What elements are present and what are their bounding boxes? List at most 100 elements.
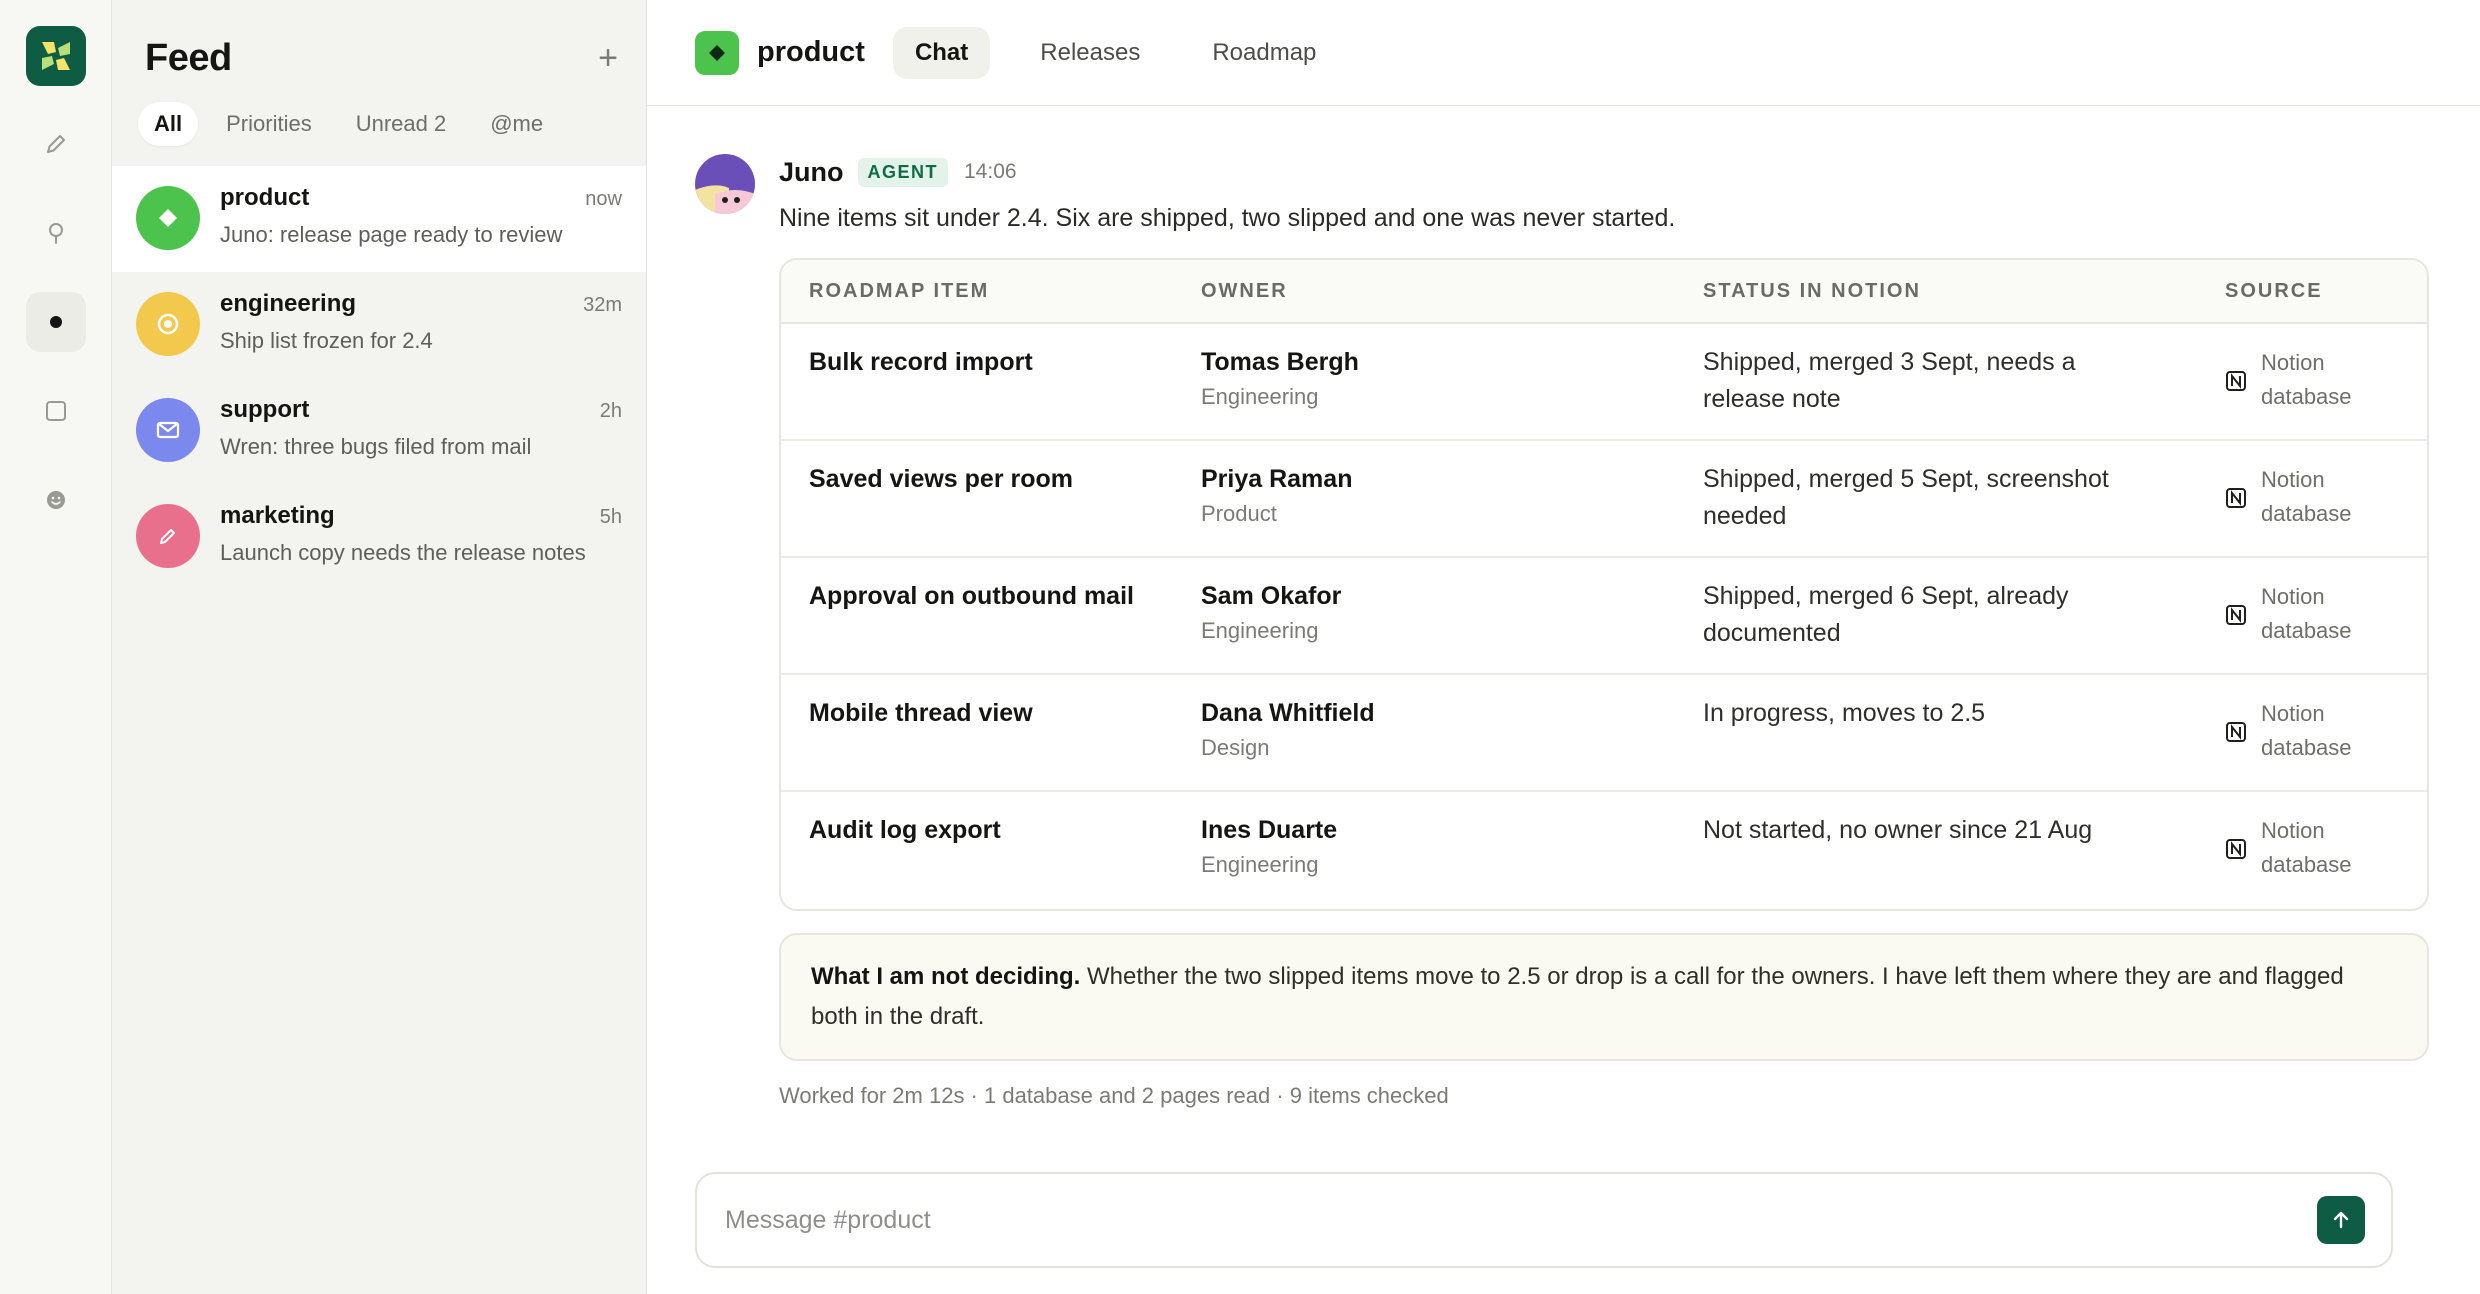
square-icon — [45, 401, 66, 421]
owner-name: Sam Okafor — [1201, 582, 1342, 610]
tab-releases[interactable]: Releases — [1018, 27, 1162, 79]
owner-name: Tomas Bergh — [1201, 348, 1359, 376]
channel-main: product Chat Releases Roadmap Juno AGENT… — [647, 0, 2480, 1294]
decision-note: What I am not deciding. Whether the two … — [779, 933, 2429, 1061]
channel-avatar — [136, 186, 200, 250]
dot-icon — [49, 316, 62, 328]
conversation-preview: Juno: release page ready to review — [220, 222, 563, 247]
compose-button[interactable] — [26, 114, 86, 174]
agent-message: Juno AGENT 14:06 Nine items sit under 2.… — [695, 152, 2480, 1109]
channel-name: product — [757, 36, 865, 68]
status-text: Shipped, merged 5 Sept, screenshot neede… — [1703, 465, 2109, 530]
diamond-icon — [159, 209, 177, 227]
conversation-marketing[interactable]: marketing 5h Launch copy needs the relea… — [112, 484, 646, 590]
notion-icon — [2226, 839, 2246, 859]
roadmap-item: Mobile thread view — [809, 699, 1033, 727]
conversation-time: now — [585, 188, 622, 210]
message-composer — [695, 1172, 2393, 1268]
owner-team: Design — [1201, 735, 1270, 760]
source-link[interactable]: Notion database — [2197, 346, 2427, 439]
roadmap-item: Bulk record import — [809, 348, 1033, 376]
tab-roadmap[interactable]: Roadmap — [1190, 27, 1338, 79]
source-line-2: database — [2261, 384, 2352, 409]
column-header-item: ROADMAP ITEM — [809, 279, 990, 302]
work-summary: Worked for 2m 12s · 1 database and 2 pag… — [779, 1083, 1449, 1108]
pencil-icon — [160, 529, 175, 544]
conversation-preview: Launch copy needs the release notes — [220, 540, 586, 565]
roadmap-item: Approval on outbound mail — [809, 582, 1134, 610]
table-row: Saved views per room Priya Raman Product … — [781, 441, 2427, 558]
status-text: Not started, no owner since 21 Aug — [1703, 816, 2093, 844]
conversation-engineering[interactable]: engineering 32m Ship list frozen for 2.4 — [112, 272, 646, 378]
notion-icon — [2226, 488, 2246, 508]
juno-avatar-icon — [695, 154, 755, 214]
conversation-time: 2h — [599, 400, 622, 422]
status-text: Shipped, merged 3 Sept, needs a release … — [1703, 348, 2076, 413]
channel-header: product Chat Releases Roadmap — [647, 0, 2480, 106]
table-row: Bulk record import Tomas Bergh Engineerin… — [781, 324, 2427, 441]
feed-filters: All Priorities Unread 2 @me — [112, 82, 646, 146]
add-conversation-button[interactable]: + — [598, 41, 618, 75]
notion-icon — [2226, 605, 2246, 625]
column-header-status: STATUS IN NOTION — [1703, 279, 1921, 302]
table-header: ROADMAP ITEM OWNER STATUS IN NOTION SOUR… — [781, 260, 2427, 324]
icon-rail — [0, 0, 112, 1294]
source-link[interactable]: Notion database — [2197, 463, 2427, 556]
conversation-support[interactable]: support 2h Wren: three bugs filed from m… — [112, 378, 646, 484]
send-button[interactable] — [2317, 1196, 2365, 1244]
source-line-1: Notion — [2261, 701, 2325, 726]
message-author: Juno — [779, 156, 844, 187]
channel-icon — [695, 30, 739, 75]
feed-button[interactable] — [25, 292, 86, 352]
source-line-1: Notion — [2261, 467, 2325, 492]
note-heading: What I am not deciding. — [811, 963, 1081, 990]
filter-priorities[interactable]: Priorities — [210, 102, 328, 146]
roadmap-item: Audit log export — [809, 816, 1001, 844]
tab-chat[interactable]: Chat — [892, 26, 991, 79]
filter-mentions[interactable]: @me — [474, 102, 559, 146]
filter-unread[interactable]: Unread 2 — [340, 102, 463, 146]
target-icon — [157, 313, 179, 335]
source-link[interactable]: Notion database — [2197, 697, 2427, 790]
message-input[interactable] — [725, 1205, 2317, 1235]
conversation-name: support — [220, 396, 310, 423]
feed-header: Feed + — [112, 0, 646, 82]
tasks-button[interactable] — [26, 381, 86, 441]
notion-icon — [2226, 722, 2246, 742]
mail-icon — [156, 421, 180, 439]
app-logo[interactable] — [25, 26, 86, 86]
logo-icon — [41, 42, 70, 70]
conversation-name: marketing — [220, 502, 335, 529]
source-line-2: database — [2261, 735, 2352, 760]
table-row: Mobile thread view Dana Whitfield Design … — [781, 675, 2427, 792]
message-time: 14:06 — [964, 160, 1017, 183]
owner-name: Ines Duarte — [1201, 816, 1338, 844]
table-row: Audit log export Ines Duarte Engineering … — [781, 792, 2427, 909]
people-button[interactable] — [26, 470, 86, 530]
column-header-owner: OWNER — [1201, 279, 1288, 302]
owner-team: Engineering — [1201, 852, 1319, 877]
owner-name: Priya Raman — [1201, 465, 1353, 493]
agent-avatar — [695, 154, 755, 214]
channel-avatar — [136, 398, 200, 462]
conversation-product[interactable]: product now Juno: release page ready to … — [112, 166, 646, 272]
agent-badge: AGENT — [857, 157, 948, 187]
filter-all[interactable]: All — [138, 102, 199, 146]
source-link[interactable]: Notion database — [2197, 580, 2427, 673]
conversation-name: product — [220, 184, 310, 211]
conversation-time: 32m — [583, 294, 622, 316]
status-text: In progress, moves to 2.5 — [1703, 699, 1986, 727]
message-text: Nine items sit under 2.4. Six are shippe… — [779, 204, 1676, 232]
search-button[interactable] — [26, 203, 86, 263]
source-line-1: Notion — [2261, 584, 2325, 609]
diamond-icon — [709, 44, 725, 61]
notion-icon — [2226, 371, 2246, 391]
owner-name: Dana Whitfield — [1201, 699, 1375, 727]
conversation-name: engineering — [220, 290, 357, 317]
source-link[interactable]: Notion database — [2197, 814, 2427, 909]
conversation-preview: Ship list frozen for 2.4 — [220, 328, 433, 353]
pencil-icon — [46, 135, 65, 153]
feed-panel: Feed + All Priorities Unread 2 @me produ… — [112, 0, 647, 1294]
channel-tabs: Chat Releases Roadmap — [892, 26, 1366, 79]
conversation-time: 5h — [599, 506, 622, 528]
